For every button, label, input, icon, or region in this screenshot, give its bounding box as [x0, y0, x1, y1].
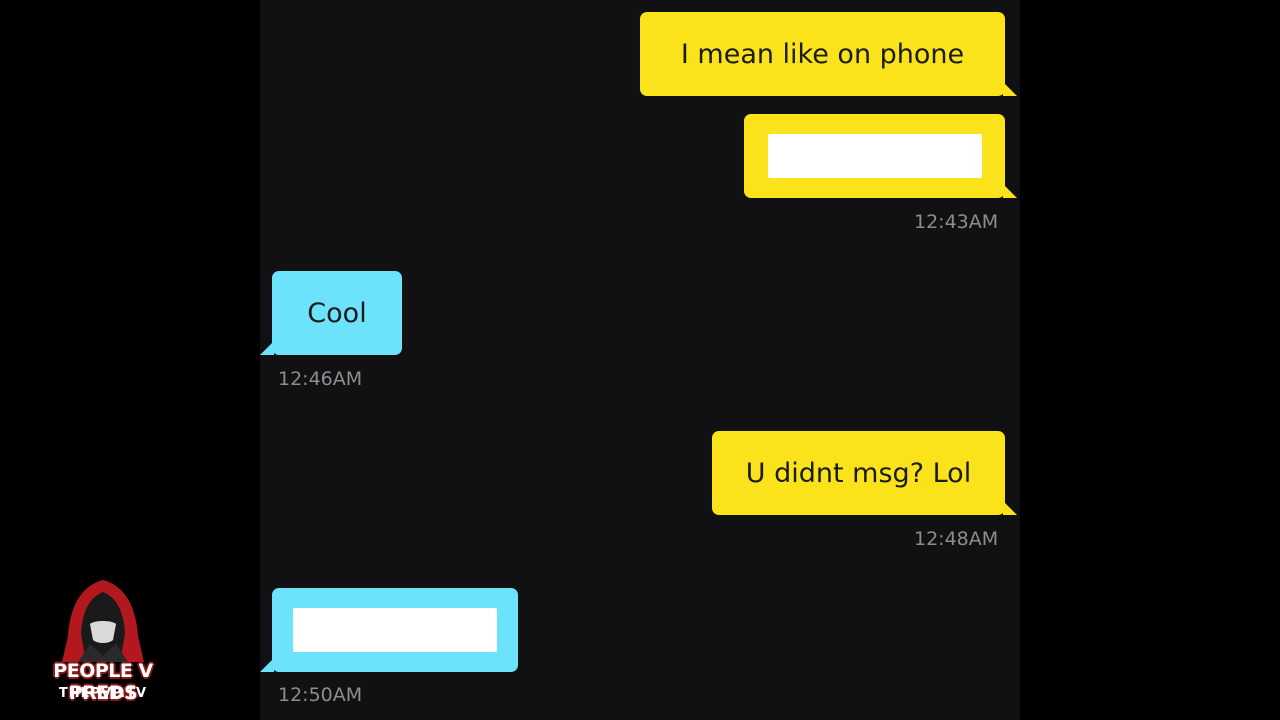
left-frame-panel: PEOPLE V PREDS THEPVP.TV	[0, 0, 260, 720]
message-text: Cool	[307, 297, 367, 329]
message-timestamp: 12:46AM	[278, 368, 363, 390]
outgoing-message-bubble[interactable]: I mean like on phone	[640, 12, 1017, 96]
redacted-content	[293, 608, 497, 652]
incoming-message-bubble[interactable]: Cool	[260, 271, 402, 355]
outgoing-message-bubble[interactable]	[744, 114, 1017, 198]
chat-conversation[interactable]: I mean like on phone 12:43AM Cool 12:46A…	[260, 0, 1020, 720]
message-text: U didnt msg? Lol	[745, 457, 972, 489]
message-timestamp: 12:43AM	[914, 211, 999, 233]
hooded-figure-icon	[62, 580, 144, 662]
outgoing-message-bubble[interactable]: U didnt msg? Lol	[712, 431, 1017, 515]
channel-logo: PEOPLE V PREDS THEPVP.TV	[18, 578, 188, 708]
message-text: I mean like on phone	[680, 38, 965, 70]
redacted-content	[767, 134, 982, 178]
message-timestamp: 12:50AM	[278, 684, 363, 706]
right-frame-panel	[1020, 0, 1280, 720]
incoming-message-bubble[interactable]	[260, 588, 518, 672]
logo-subtitle: THEPVP.TV	[58, 686, 148, 701]
message-timestamp: 12:48AM	[914, 528, 999, 550]
